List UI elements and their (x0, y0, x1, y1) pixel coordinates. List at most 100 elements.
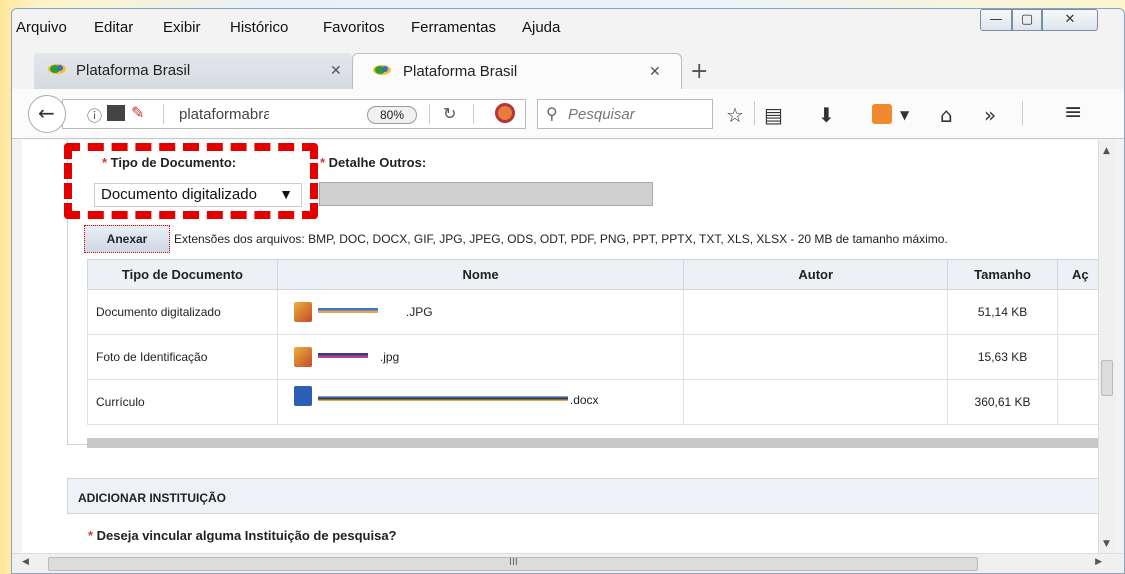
url-bar[interactable]: ⓘ ✎ plataformabrasil.sa 80% ↻ (62, 99, 526, 129)
col-tamanho[interactable]: Tamanho (947, 259, 1058, 290)
tab-label: Plataforma Brasil (403, 63, 518, 80)
back-button[interactable]: ← (28, 95, 66, 133)
divider (754, 101, 755, 125)
table-header-row: Tipo de Documento Nome Autor Tamanho Aç (87, 259, 1100, 290)
cell-tamanho: 15,63 KB (947, 334, 1058, 380)
divider (1022, 101, 1023, 125)
redacted-filename (317, 396, 568, 401)
redacted-filename (317, 353, 368, 358)
info-icon[interactable]: ⓘ (87, 105, 102, 126)
cell-autor (683, 334, 949, 380)
cell-nome[interactable]: .jpg (276, 334, 685, 380)
cell-tipo: Foto de Identificação (87, 334, 278, 380)
scroll-right-icon[interactable]: ▶ (1095, 557, 1102, 567)
tab-strip: Plataforma Brasil ✕ Plataforma Brasil ✕ … (12, 43, 1124, 89)
horizontal-scrollbar[interactable]: ◀ III ▶ (12, 553, 1124, 573)
download-icon[interactable]: ⬇ (818, 103, 835, 127)
divider (473, 104, 474, 124)
detalhe-outros-input[interactable] (319, 182, 653, 206)
insecure-lock-icon[interactable]: ✎ (131, 103, 144, 122)
minimize-button[interactable]: — (980, 9, 1012, 31)
page-content: * Tipo de Documento: * Detalhe Outros: D… (22, 140, 1100, 555)
blocker-icon[interactable] (495, 103, 515, 123)
divider (429, 104, 430, 124)
menu-exibir[interactable]: Exibir (163, 19, 201, 36)
image-file-icon (293, 302, 312, 322)
navigation-bar: ⓘ ✎ plataformabrasil.sa 80% ↻ ← ⚲ Pesqui… (12, 89, 1124, 139)
menu-favoritos[interactable]: Favoritos (323, 19, 385, 36)
cell-autor (683, 379, 949, 425)
cell-autor (683, 289, 949, 335)
cell-tamanho: 51,14 KB (947, 289, 1058, 335)
scroll-grip: III (509, 557, 518, 568)
image-file-icon (293, 347, 312, 367)
close-tab-icon[interactable]: ✕ (330, 62, 342, 79)
documents-table: Tipo de Documento Nome Autor Tamanho Aç … (87, 259, 1100, 425)
scroll-left-icon[interactable]: ◀ (22, 557, 29, 567)
search-placeholder: Pesquisar (568, 106, 635, 123)
tab-label: Plataforma Brasil (76, 62, 191, 79)
anexar-button[interactable]: Anexar (84, 225, 170, 253)
vertical-scrollbar[interactable]: ▲ ▼ (1098, 140, 1115, 555)
col-autor[interactable]: Autor (683, 259, 949, 290)
menu-bar: Arquivo Editar Exibir Histórico Favorito… (12, 9, 1124, 43)
adicionar-instituicao-header: ADICIONAR INSTITUIÇÃO (67, 478, 1100, 514)
divider (163, 104, 164, 124)
cell-tipo: Documento digitalizado (87, 289, 278, 335)
table-footer (87, 438, 1100, 448)
col-tipo-documento[interactable]: Tipo de Documento (87, 259, 278, 290)
search-input[interactable]: ⚲ Pesquisar (537, 99, 713, 129)
cell-nome[interactable]: .JPG (276, 289, 685, 335)
reload-icon[interactable]: ↻ (443, 104, 456, 123)
url-text[interactable]: plataformabrasil.sa (179, 106, 269, 123)
scroll-up-icon[interactable]: ▲ (1103, 146, 1110, 156)
horizontal-scroll-thumb[interactable]: III (48, 557, 978, 571)
extension-icon[interactable] (872, 104, 892, 124)
file-extension: .JPG (405, 305, 433, 319)
cell-acoes[interactable] (1057, 379, 1100, 425)
site-favicon-icon (373, 65, 391, 75)
cell-acoes[interactable] (1057, 289, 1100, 335)
menu-editar[interactable]: Editar (94, 19, 133, 36)
table-row: Currículo .docx 360,61 KB (87, 379, 1100, 425)
menu-ajuda[interactable]: Ajuda (522, 19, 560, 36)
detalhe-outros-label: * Detalhe Outros: (320, 155, 427, 170)
menu-arquivo[interactable]: Arquivo (16, 19, 67, 36)
cell-tipo: Currículo (87, 379, 278, 425)
maximize-button[interactable]: ▢ (1012, 9, 1042, 31)
search-icon: ⚲ (546, 104, 558, 123)
page-icon (107, 105, 125, 121)
file-extension: .docx (569, 393, 599, 407)
instituicao-question: * Deseja vincular alguma Instituição de … (88, 528, 397, 543)
close-window-button[interactable]: ✕ (1042, 9, 1098, 31)
new-tab-icon[interactable]: + (690, 59, 708, 84)
close-tab-icon[interactable]: ✕ (649, 63, 661, 80)
hamburger-menu-icon[interactable]: ≡ (1064, 100, 1082, 125)
col-nome[interactable]: Nome (276, 259, 685, 290)
cell-acoes[interactable] (1057, 334, 1100, 380)
col-acoes: Aç (1057, 259, 1100, 290)
menu-historico[interactable]: Histórico (230, 19, 288, 36)
redacted-filename (317, 308, 378, 313)
tab-plataforma-brasil-1[interactable]: Plataforma Brasil ✕ (34, 53, 352, 89)
bookmark-star-icon[interactable]: ☆ (726, 103, 744, 127)
menu-ferramentas[interactable]: Ferramentas (411, 19, 496, 36)
tab-plataforma-brasil-2[interactable]: Plataforma Brasil ✕ (352, 53, 682, 89)
back-arrow-icon: ← (38, 101, 55, 125)
extensions-text: Extensões dos arquivos: BMP, DOC, DOCX, … (174, 232, 948, 246)
word-file-icon (293, 386, 312, 406)
scroll-down-icon[interactable]: ▼ (1103, 539, 1110, 549)
highlight-annotation (64, 143, 318, 219)
vertical-scroll-thumb[interactable] (1101, 360, 1113, 396)
cell-nome[interactable]: .docx (276, 379, 685, 425)
cell-tamanho: 360,61 KB (947, 379, 1058, 425)
zoom-level-badge[interactable]: 80% (367, 106, 417, 124)
browser-window: Arquivo Editar Exibir Histórico Favorito… (11, 8, 1125, 574)
table-row: Documento digitalizado .JPG 51,14 KB (87, 289, 1100, 335)
reading-list-icon[interactable]: ▤ (764, 103, 783, 127)
overflow-chevron-icon[interactable]: » (984, 103, 996, 127)
extension-dropdown-icon[interactable]: ▼ (900, 108, 909, 122)
home-icon[interactable]: ⌂ (940, 103, 953, 127)
site-favicon-icon (48, 64, 66, 74)
table-row: Foto de Identificação .jpg 15,63 KB (87, 334, 1100, 380)
